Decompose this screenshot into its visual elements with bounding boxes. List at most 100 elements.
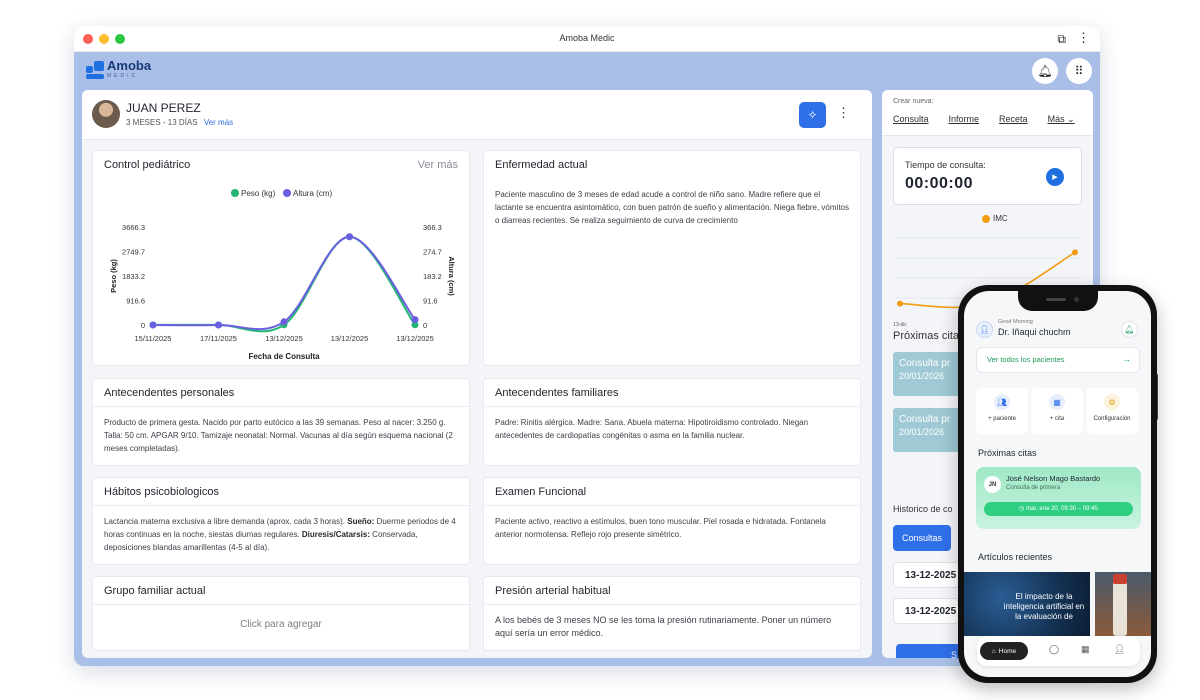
patient-header: JUAN PEREZ 3 MESES - 13 DÍAS Ver más ✧ ⋮ <box>82 90 872 140</box>
article-title: El impacto de la inteligencia artificial… <box>1003 592 1085 621</box>
y2-tick-label: 183.2 <box>423 272 442 281</box>
create-informe-link[interactable]: Informe <box>949 114 980 125</box>
card-control-pediatrico: Control pediátrico Ver más Peso (kg) Altu… <box>92 150 470 366</box>
card-text: Paciente activo, reactivo a estímulos, b… <box>495 517 826 539</box>
bell-icon: 🔔︎ <box>1037 64 1053 78</box>
see-all-patients-button[interactable]: Ver todos los pacientes → <box>976 347 1140 373</box>
data-point <box>346 233 353 241</box>
articles-title: Artículos recientes <box>978 552 1053 562</box>
x-tick-label: 15/11/2025 <box>135 334 172 343</box>
imc-legend: IMC <box>982 214 1008 223</box>
card-presion-arterial: Presión arterial habitual A los bebés de… <box>483 576 861 651</box>
card-title: Control pediátrico <box>104 159 191 171</box>
y-tick-label: 0 <box>141 321 145 330</box>
phone-notifications-button[interactable]: 🔔︎ <box>1121 321 1138 338</box>
y2-axis-label: Altura (cm) <box>447 256 456 296</box>
nav-chat-icon[interactable]: ◯ <box>1049 644 1059 655</box>
card-text: Producto de primera gesta. Nacido por pa… <box>104 418 453 453</box>
x-axis-label: Fecha de Consulta <box>248 352 320 361</box>
phone-appointment-card[interactable]: JN José Nelson Mago Bastardo Consulta de… <box>976 467 1141 529</box>
card-text: Padre: Rinitis alérgica. Madre: Sana. Ab… <box>495 418 809 440</box>
card-title: Examen Funcional <box>495 486 587 498</box>
series-line <box>152 235 416 331</box>
add-appointment-button[interactable]: ▦ + cita <box>1031 388 1083 434</box>
y2-tick-label: 0 <box>423 321 427 330</box>
history-date-item[interactable]: 13-12-2025 <box>893 562 959 588</box>
growth-chart: Peso (kg) Altura (cm) 0 916.6 1833.2 2749.7 36… <box>109 189 456 361</box>
apps-button[interactable]: ⠿ <box>1066 58 1092 84</box>
card-title: Enfermedad actual <box>495 159 588 171</box>
patient-see-more-link[interactable]: Ver más <box>204 118 233 127</box>
patient-age-row: 3 MESES - 13 DÍAS Ver más <box>126 118 233 127</box>
appointment-patient: José Nelson Mago Bastardo <box>1006 474 1101 483</box>
appointment-time: ◷ mar, ene 20, 09:30 – 09:45 <box>984 502 1133 516</box>
ai-assist-button[interactable]: ✧ <box>799 102 826 128</box>
arrow-right-icon: → <box>1122 354 1131 364</box>
article-card[interactable]: El impacto de la inteligencia artificial… <box>964 572 1090 636</box>
y-tick-label: 3666.3 <box>122 223 145 232</box>
consultas-tab[interactable]: Consultas <box>893 525 951 551</box>
card-text: A los bebés de 3 meses NO se les toma la… <box>495 615 832 638</box>
add-family-button[interactable]: Click para agregar <box>93 605 469 630</box>
card-title: Antecendentes personales <box>104 387 235 399</box>
phone-mockup: 👤︎ Good Morning Dr. Iñaqui chuchm 🔔︎ Ver… <box>958 285 1157 683</box>
imc-point <box>897 300 903 307</box>
data-point <box>215 321 222 329</box>
nav-profile-icon[interactable]: 👤︎ <box>1114 644 1125 655</box>
card-antecedentes-personales: Antecendentes personales Producto de pri… <box>92 378 470 466</box>
y2-tick-label: 274.7 <box>423 248 442 257</box>
create-consulta-link[interactable]: Consulta <box>893 114 929 125</box>
card-title: Presión arterial habitual <box>495 585 611 597</box>
nav-home[interactable]: ⌂ Home <box>980 642 1028 660</box>
user-plus-icon: 👥︎ <box>994 394 1010 410</box>
card-antecedentes-familiares: Antecendentes familiares Padre: Rinitis … <box>483 378 861 466</box>
phone-user-header: 👤︎ Good Morning Dr. Iñaqui chuchm 🔔︎ <box>976 318 1138 342</box>
y2-tick-label: 366.3 <box>423 223 442 232</box>
legend-label: Peso (kg) <box>241 189 276 198</box>
test-tube-image <box>1113 580 1127 636</box>
chevron-down-icon: ⌄ <box>1064 114 1075 124</box>
logo[interactable]: Amoba MEDIC <box>86 59 151 79</box>
upcoming-appointment-card[interactable]: Consulta pr 20/01/2026 <box>893 408 963 452</box>
history-date-item[interactable]: 13-12-2025 <box>893 598 959 624</box>
series-line <box>152 235 416 333</box>
timer-value: 00:00:00 <box>905 175 974 192</box>
upcoming-appointment-card[interactable]: Consulta pr 20/01/2026 <box>893 352 963 396</box>
settings-button[interactable]: ⚙ Configuración <box>1086 388 1138 434</box>
legend-swatch <box>231 189 239 197</box>
create-new-section: Crear nueva: Consulta Informe Receta Más… <box>882 90 1093 136</box>
card-title: Hábitos psicobiologicos <box>104 486 219 498</box>
legend-swatch <box>283 189 291 197</box>
user-icon[interactable]: 👤︎ <box>976 321 993 338</box>
play-button[interactable]: ▶ <box>1046 168 1064 186</box>
phone-upcoming-title: Próximas citas <box>978 448 1037 458</box>
control-see-more-link[interactable]: Ver más <box>418 159 458 171</box>
y2-tick-label: 91.6 <box>423 297 438 306</box>
patient-initials: JN <box>984 476 1001 493</box>
card-text: Lactancia materna exclusiva a libre dema… <box>104 517 456 552</box>
add-patient-button[interactable]: 👥︎ + paciente <box>976 388 1028 434</box>
y-tick-label: 2749.7 <box>122 248 145 257</box>
x-tick-label: 13-dic <box>893 322 907 328</box>
create-more-link[interactable]: Más ⌄ <box>1048 114 1075 125</box>
card-habitos: Hábitos psicobiologicos Lactancia matern… <box>92 477 470 565</box>
phone-bottom-nav: ⌂ Home ◯ ▦ 👤︎ <box>977 636 1140 666</box>
create-receta-link[interactable]: Receta <box>999 114 1028 125</box>
patient-menu-icon[interactable]: ⋮ <box>837 105 850 121</box>
main-panel: JUAN PEREZ 3 MESES - 13 DÍAS Ver más ✧ ⋮… <box>82 90 872 658</box>
window-menu-icon[interactable]: ⋮ <box>1077 30 1090 46</box>
gear-icon: ⚙ <box>1104 394 1120 410</box>
notifications-button[interactable]: 🔔︎ <box>1032 58 1058 84</box>
bell-icon: 🔔︎ <box>1124 325 1135 334</box>
article-card[interactable] <box>1095 572 1151 636</box>
card-examen-funcional: Examen Funcional Paciente activo, reacti… <box>483 477 861 565</box>
legend-label: IMC <box>993 214 1008 223</box>
home-icon: ⌂ <box>991 647 996 655</box>
nav-calendar-icon[interactable]: ▦ <box>1081 644 1090 655</box>
card-enfermedad-actual: Enfermedad actual Paciente masculino de … <box>483 150 861 366</box>
extension-icon[interactable]: ⧉ <box>1057 32 1066 47</box>
logo-mark-icon <box>86 60 104 79</box>
create-new-label: Crear nueva: <box>893 98 934 105</box>
data-point <box>280 318 288 326</box>
timer-label: Tiempo de consulta: <box>905 160 986 170</box>
